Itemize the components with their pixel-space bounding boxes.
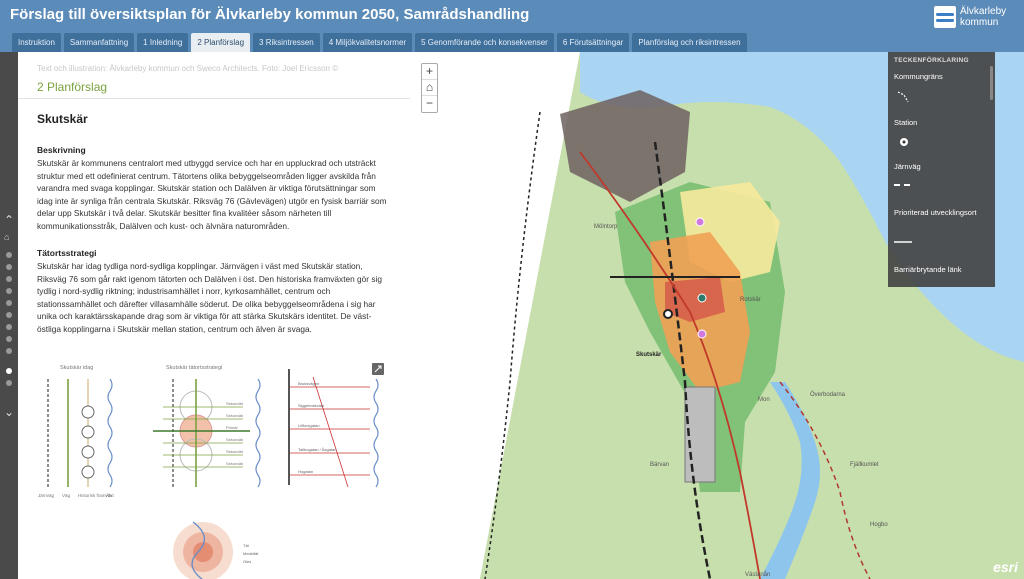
page-heading: Skutskär — [37, 112, 88, 126]
legend-scrollbar[interactable] — [990, 66, 993, 100]
legend-item-barrier: Barriärbrytande länk — [894, 265, 962, 274]
logo-line2: kommun — [960, 17, 999, 28]
legend-item-priority: Prioriterad utvecklingsort — [894, 208, 977, 217]
photo-credit: Text och illustration: Älvkarleby kommun… — [37, 64, 339, 73]
point-of-interest-icon[interactable] — [697, 329, 707, 339]
nav-dot[interactable] — [6, 264, 12, 270]
town-label: Skutskär — [636, 352, 662, 358]
legend-title: TECKENFÖRKLARING — [894, 57, 969, 64]
fig1-title: Skutskär idag — [60, 365, 93, 371]
story-side-navigation: ⌃ ⌂ ⌄ — [0, 52, 18, 579]
svg-text:Hogatan: Hogatan — [298, 469, 313, 474]
border-symbol-icon — [897, 91, 909, 103]
story-panel: Text och illustration: Älvkarleby kommun… — [18, 52, 440, 579]
svg-text:Väg: Väg — [62, 493, 71, 498]
svg-text:Primär: Primär — [226, 425, 238, 430]
nav-dot[interactable] — [6, 300, 12, 306]
point-of-interest-icon[interactable] — [695, 217, 705, 227]
history-node-icon — [81, 445, 95, 459]
chevron-down-icon[interactable]: ⌄ — [2, 406, 16, 418]
tab-7[interactable]: 6 Förutsättningar — [556, 33, 630, 52]
tab-0[interactable]: Instruktion — [12, 33, 61, 52]
nav-dot[interactable] — [6, 312, 12, 318]
municipality-logo: Älvkarleby kommun — [934, 2, 1012, 32]
svg-text:Älv: Älv — [106, 492, 113, 498]
svg-text:Sekundär: Sekundär — [226, 401, 244, 406]
esri-logo: esri — [993, 559, 1018, 575]
paragraph-description: Skutskär är kommunens centralort med utb… — [37, 158, 387, 231]
zoom-in-button[interactable]: + — [422, 64, 437, 80]
tab-1[interactable]: Sammanfattning — [63, 33, 135, 52]
history-node-icon — [81, 465, 95, 479]
nav-dot[interactable] — [6, 252, 12, 258]
nav-dot[interactable] — [6, 324, 12, 330]
priority-symbol-icon — [894, 241, 912, 243]
section-title: 2 Planförslag — [37, 80, 108, 94]
svg-text:Sekundär: Sekundär — [226, 449, 244, 454]
station-symbol-icon — [900, 138, 908, 146]
nav-dot[interactable] — [6, 276, 12, 282]
railway-symbol-icon — [894, 184, 914, 186]
station-icon[interactable] — [663, 309, 673, 319]
tab-bar: Instruktion Sammanfattning 1 Inledning 2 Pl… — [0, 33, 1024, 52]
river-icon — [107, 378, 113, 488]
legend-panel: TECKENFÖRKLARING Kommungräns Station Jär… — [888, 52, 995, 287]
divider — [18, 98, 410, 99]
svg-text:Tallbogatan / Åsgatan: Tallbogatan / Åsgatan — [298, 447, 336, 452]
strategy-illustration: Skutskär idag Järnväg Väg Historisk fram… — [38, 363, 384, 579]
subheading-description: Beskrivning — [37, 145, 86, 155]
nav-dot[interactable] — [6, 288, 12, 294]
tab-6[interactable]: 5 Genomförande och konsekvenser — [415, 33, 554, 52]
tab-5[interactable]: 4 Miljökvalitetsnormer — [322, 33, 413, 52]
svg-text:Sekundär: Sekundär — [226, 461, 244, 466]
logo-icon — [934, 6, 956, 28]
nav-dot[interactable] — [6, 348, 12, 354]
history-node-icon — [81, 405, 95, 419]
legend-item-station: Station — [894, 118, 918, 127]
svg-text:Lillforsgatan: Lillforsgatan — [298, 423, 320, 428]
paragraph-strategy: Skutskär har idag tydliga nord-sydliga k… — [37, 261, 382, 334]
home-extent-button[interactable]: ⌂ — [422, 80, 437, 96]
point-of-interest-icon[interactable] — [697, 293, 707, 303]
zoom-controls: + ⌂ − — [421, 63, 438, 113]
app-header: Förslag till översiktsplan för Älvkarleb… — [0, 0, 1024, 33]
svg-text:Gles: Gles — [243, 559, 251, 564]
nav-dot-active[interactable] — [6, 368, 12, 374]
nav-dot[interactable] — [6, 380, 12, 386]
nav-dot[interactable] — [6, 336, 12, 342]
chevron-up-icon[interactable]: ⌃ — [2, 214, 16, 226]
tab-4[interactable]: 3 Riksintressen — [253, 33, 320, 52]
fig2-title: Skutskär tätortsstrategi — [166, 365, 222, 371]
svg-text:Sekundär: Sekundär — [226, 437, 244, 442]
svg-text:Tät: Tät — [243, 543, 250, 548]
tab-8[interactable]: Planförslag och riksintressen — [632, 33, 747, 52]
app-title: Förslag till översiktsplan för Älvkarleb… — [10, 6, 530, 23]
history-node-icon — [81, 425, 95, 439]
legend-item-railway: Järnväg — [894, 162, 921, 171]
svg-text:Siggeboskolan: Siggeboskolan — [298, 403, 324, 408]
svg-text:Järnväg: Järnväg — [38, 493, 55, 498]
home-icon[interactable]: ⌂ — [4, 232, 14, 242]
tab-3[interactable]: 2 Planförslag — [191, 33, 251, 52]
logo-line1: Älvkarleby — [960, 6, 1007, 17]
svg-text:Medeltät: Medeltät — [243, 551, 259, 556]
legend-item-border: Kommungräns — [894, 72, 943, 81]
subheading-strategy: Tätortsstrategi — [37, 248, 97, 258]
svg-text:Bruksvägen: Bruksvägen — [298, 381, 319, 386]
tab-2[interactable]: 1 Inledning — [137, 33, 189, 52]
svg-text:Sekundär: Sekundär — [226, 413, 244, 418]
zoom-out-button[interactable]: − — [422, 96, 437, 112]
